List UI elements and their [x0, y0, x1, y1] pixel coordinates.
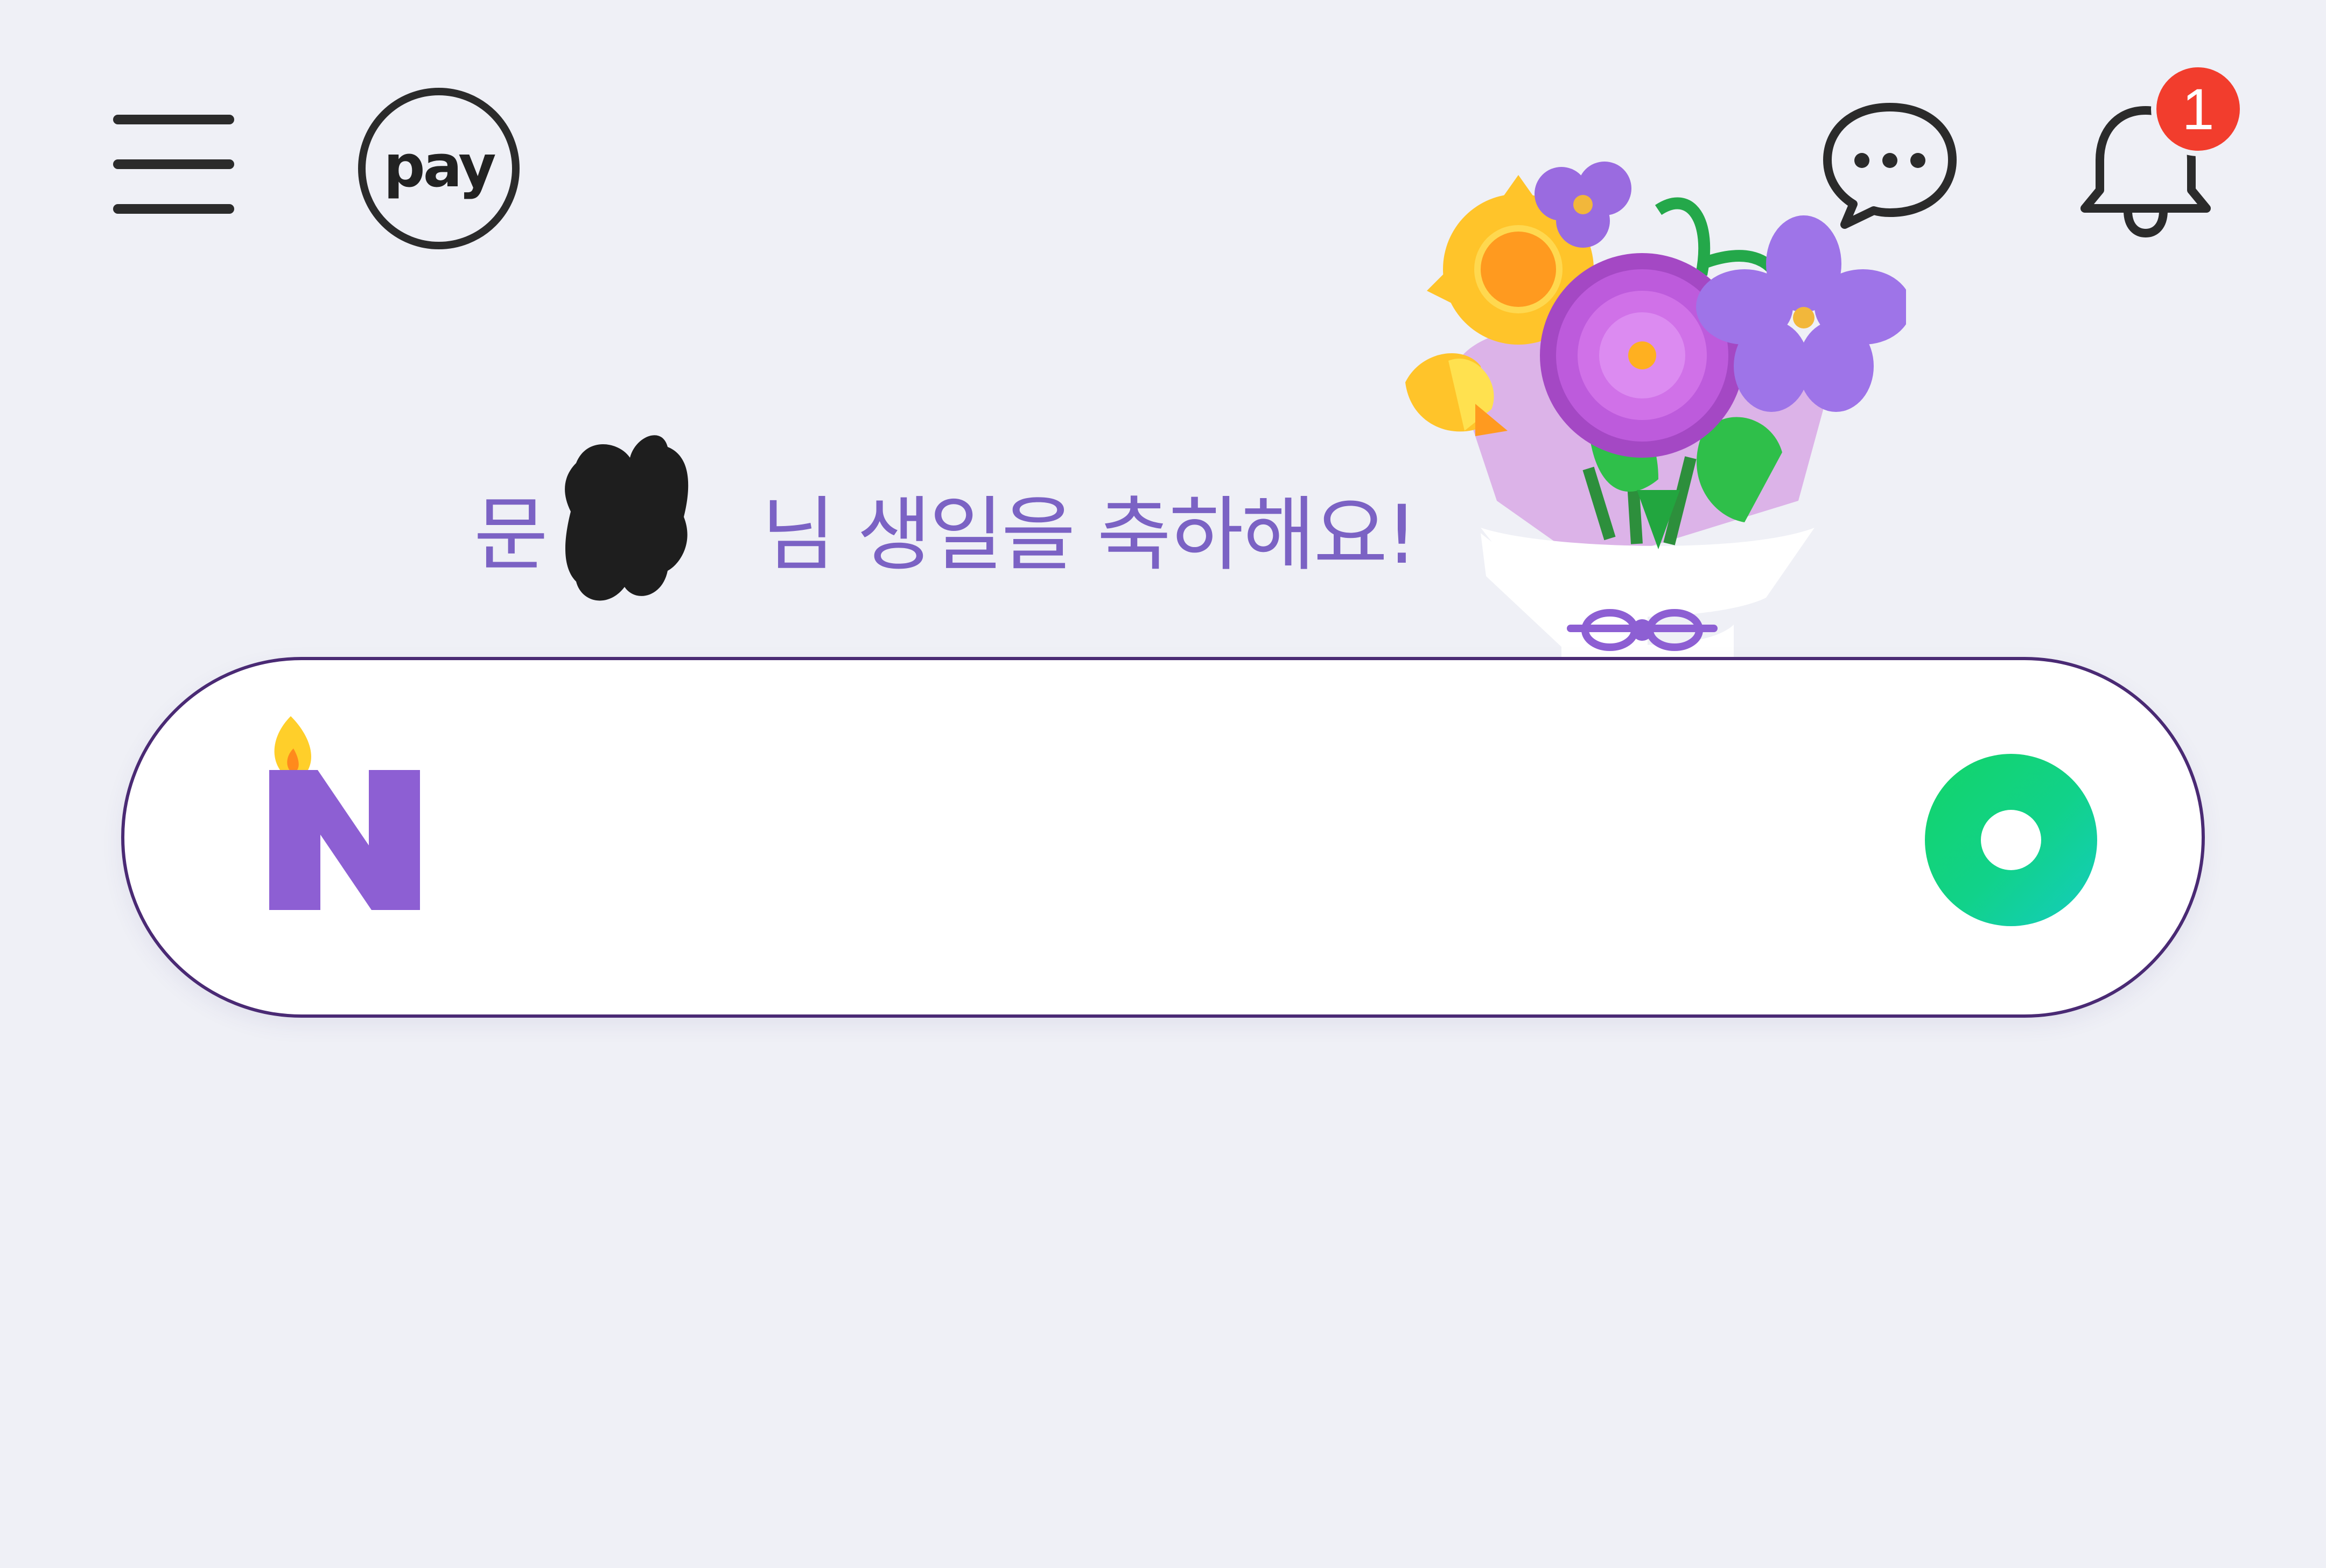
naver-birthday-n-logo-icon[interactable] [264, 711, 425, 915]
pay-label: pay [383, 132, 496, 200]
greeting-suffix: 님 생일을 축하해요! [761, 488, 1418, 582]
notification-count-badge: 1 [2151, 62, 2245, 156]
flower-bouquet-icon [1405, 162, 1906, 657]
redaction-scribble [565, 435, 689, 601]
hamburger-menu-icon[interactable] [113, 110, 242, 218]
search-input[interactable] [474, 770, 1876, 906]
pay-button[interactable]: pay [358, 88, 520, 249]
green-circle-center [1981, 810, 2041, 870]
green-search-circle-icon[interactable] [1925, 754, 2097, 926]
greeting-prefix: 문 [474, 488, 548, 582]
